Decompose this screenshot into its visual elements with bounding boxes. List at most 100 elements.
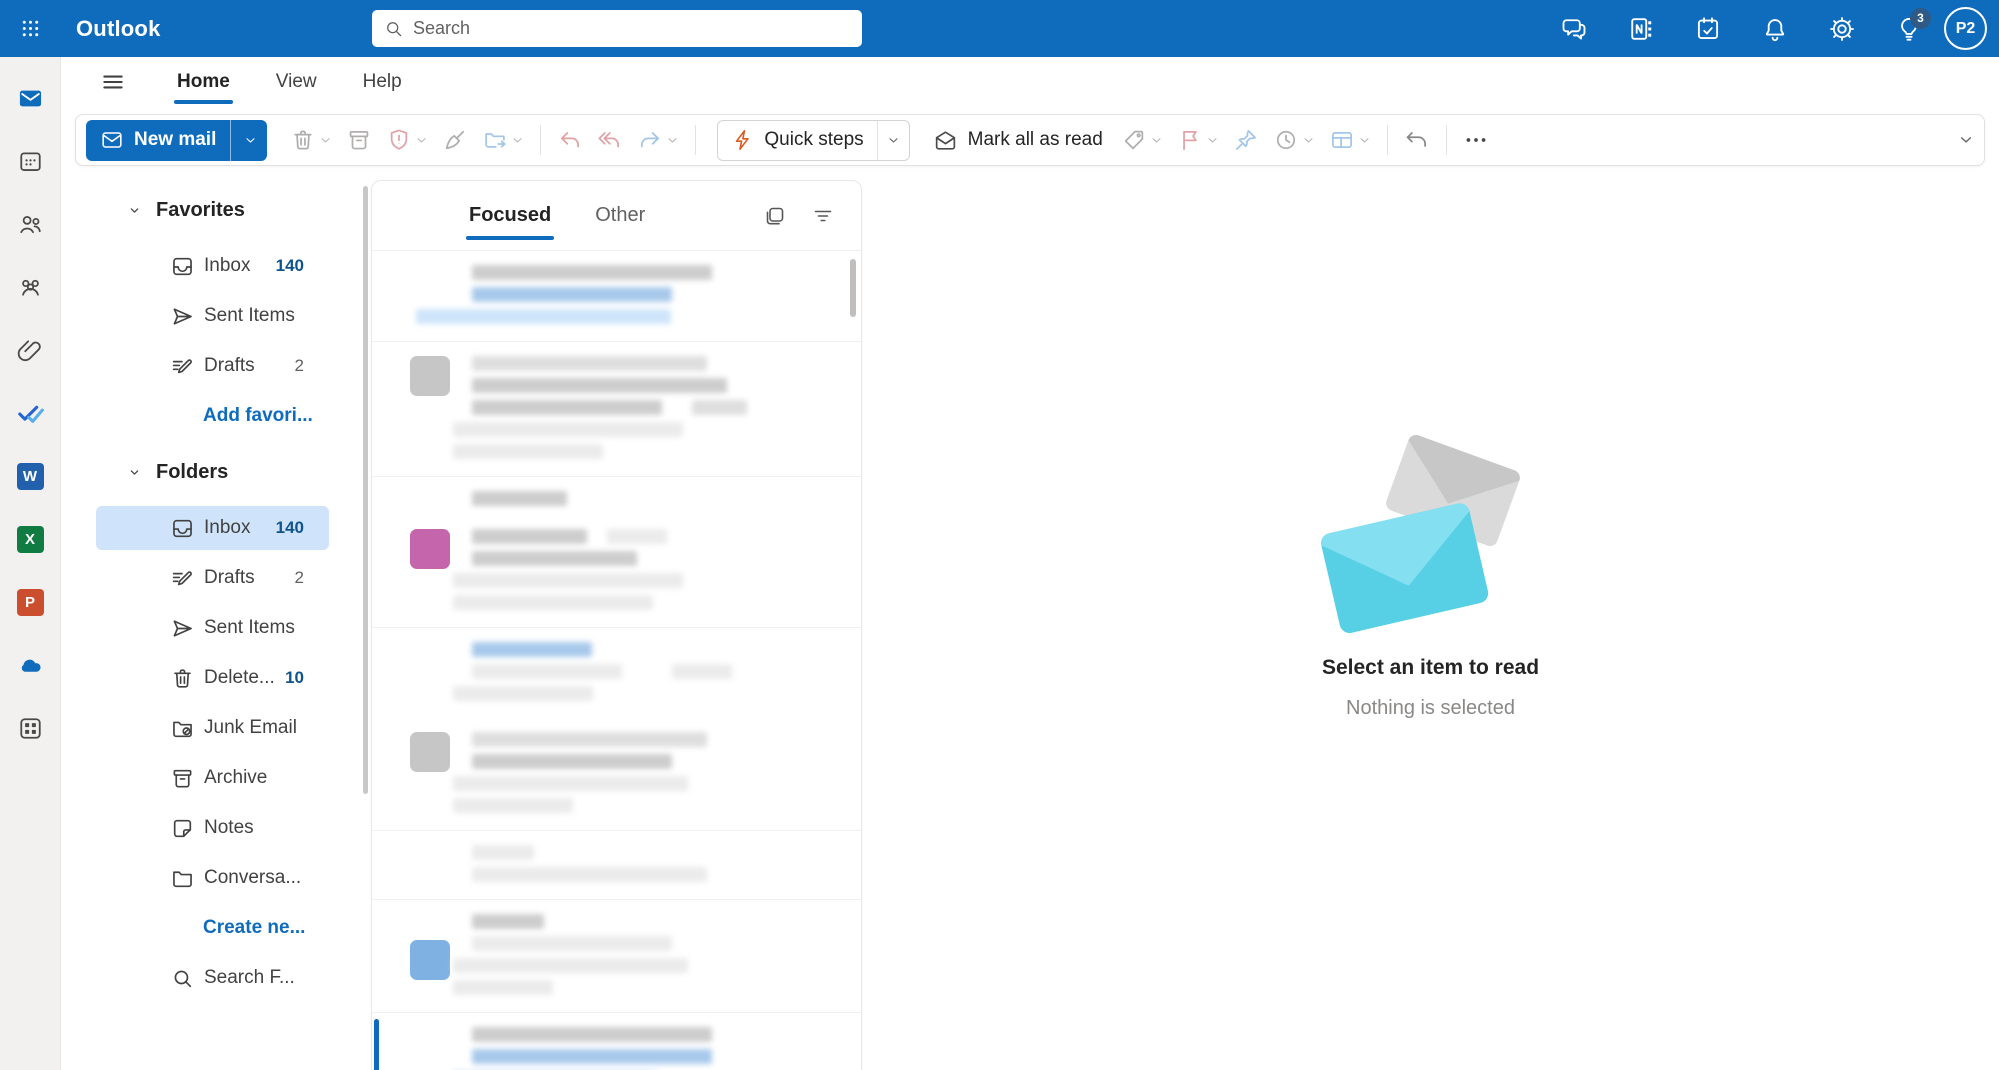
forward-button[interactable]	[630, 120, 686, 160]
folder-drafts[interactable]: Drafts2	[96, 556, 329, 600]
sweep-button[interactable]	[435, 120, 475, 160]
account-avatar[interactable]: P2	[1944, 7, 1987, 50]
collapse-toolbar-button[interactable]	[1958, 132, 1974, 148]
report-button[interactable]	[379, 120, 435, 160]
create-new-folder-link[interactable]: Create ne...	[96, 906, 329, 950]
message-text-line	[372, 798, 861, 813]
quick-steps-button-dropdown[interactable]	[877, 121, 909, 160]
message-text-line	[372, 936, 861, 951]
folder-archive[interactable]: Archive	[96, 756, 329, 800]
blurred-message-content	[372, 1027, 861, 1070]
flag-button[interactable]	[1170, 120, 1226, 160]
calendar-app-icon[interactable]	[0, 130, 60, 193]
empty-state-envelopes-illustration	[1301, 428, 1561, 640]
chat-icon[interactable]	[1560, 15, 1588, 43]
reply-button[interactable]	[550, 120, 590, 160]
folder-pane-scrollbar[interactable]	[363, 186, 368, 794]
search-input[interactable]	[413, 18, 850, 39]
mail-app-icon[interactable]	[0, 67, 60, 130]
ribbon-tab-help[interactable]: Help	[360, 57, 405, 107]
message-row[interactable]	[372, 1013, 861, 1070]
tips-lightbulb-icon[interactable]: 3	[1895, 15, 1923, 43]
folder-search-folders[interactable]: Search F...	[96, 956, 329, 1000]
add-favorite-link[interactable]: Add favori...	[96, 394, 329, 438]
people-app-icon[interactable]	[0, 193, 60, 256]
favorites-sent-items[interactable]: Sent Items	[96, 294, 329, 338]
section-header-folders[interactable]: Folders	[61, 444, 371, 500]
pin-button[interactable]	[1226, 120, 1266, 160]
outlook-app: Outlook 3 P2 WXP HomeViewHelp New mailQu…	[0, 0, 1999, 1070]
excel-app-icon[interactable]: X	[0, 508, 60, 571]
tasks-check-icon[interactable]	[1694, 15, 1722, 43]
attachments-app-icon[interactable]	[0, 319, 60, 382]
mark-all-read-button-label: Mark all as read	[968, 129, 1103, 151]
snooze-button[interactable]	[1266, 120, 1322, 160]
folder-conversation-history[interactable]: Conversa...	[96, 856, 329, 900]
message-row[interactable]	[372, 831, 861, 900]
new-mail-button-main[interactable]: New mail	[86, 120, 230, 161]
message-row[interactable]	[372, 251, 861, 342]
app-launcher-button[interactable]	[0, 0, 61, 57]
notifications-bell-icon[interactable]	[1761, 15, 1789, 43]
list-tab-focused[interactable]: Focused	[469, 181, 551, 250]
message-row[interactable]	[372, 342, 861, 477]
undo-button[interactable]	[1397, 120, 1437, 160]
folder-inbox[interactable]: Inbox140	[96, 506, 329, 550]
blurred-message-content	[372, 732, 861, 813]
ribbon-tab-view[interactable]: View	[273, 57, 320, 107]
quick-steps-button-main[interactable]: Quick steps	[718, 121, 876, 160]
message-text-line	[372, 491, 861, 506]
reply-all-button[interactable]	[590, 120, 630, 160]
word-app-icon: W	[17, 463, 44, 490]
favorites-inbox[interactable]: Inbox140	[96, 244, 329, 288]
delete-button[interactable]	[283, 120, 339, 160]
search-box[interactable]	[372, 10, 862, 47]
move-to-button[interactable]	[475, 120, 531, 160]
onedrive-app-icon[interactable]	[0, 634, 60, 697]
folder-sent-items[interactable]: Sent Items	[96, 606, 329, 650]
section-header-favorites[interactable]: Favorites	[61, 182, 371, 238]
list-tab-other[interactable]: Other	[595, 181, 645, 250]
favorites-drafts[interactable]: Drafts2	[96, 344, 329, 388]
groups-app-icon[interactable]	[0, 256, 60, 319]
envelope-icon	[100, 128, 124, 152]
folder-notes[interactable]: Notes	[96, 806, 329, 850]
onenote-feed-icon[interactable]	[1627, 15, 1655, 43]
quick-steps-button[interactable]: Quick steps	[717, 120, 909, 161]
new-mail-button[interactable]: New mail	[86, 120, 267, 161]
rules-button[interactable]	[1322, 120, 1378, 160]
message-row[interactable]	[372, 477, 861, 628]
message-row[interactable]	[372, 900, 861, 1013]
quick-steps-label: Quick steps	[764, 129, 863, 151]
text-block	[453, 444, 603, 459]
archive-button[interactable]	[339, 120, 379, 160]
todo-app-icon[interactable]	[0, 382, 60, 445]
mark-all-read-button[interactable]: Mark all as read	[922, 120, 1114, 160]
section-chevron-icon[interactable]	[125, 201, 144, 220]
message-text-line	[372, 1027, 861, 1042]
categorize-button[interactable]	[1114, 120, 1170, 160]
more-apps-icon[interactable]	[0, 697, 60, 760]
message-text-line	[372, 595, 861, 610]
select-messages-button[interactable]	[763, 204, 787, 228]
more-options-button[interactable]	[1456, 120, 1496, 160]
trash-icon	[170, 666, 195, 691]
message-row[interactable]	[372, 718, 861, 831]
blurred-message-content	[372, 265, 861, 324]
new-mail-label: New mail	[134, 129, 216, 151]
ribbon-tab-home[interactable]: Home	[174, 57, 233, 107]
grid-apps-icon	[17, 715, 44, 742]
hamburger-menu-button[interactable]	[100, 69, 126, 95]
unread-count: 140	[276, 518, 304, 538]
filter-button[interactable]	[811, 204, 835, 228]
message-row[interactable]	[372, 628, 861, 718]
powerpoint-app-icon[interactable]: P	[0, 571, 60, 634]
section-chevron-icon[interactable]	[125, 463, 144, 482]
folder-deleted-items[interactable]: Delete...10	[96, 656, 329, 700]
new-mail-button-dropdown[interactable]	[231, 120, 267, 161]
message-list-scrollbar[interactable]	[850, 259, 856, 317]
word-app-icon[interactable]: W	[0, 445, 60, 508]
settings-gear-icon[interactable]	[1828, 15, 1856, 43]
folder-junk-email[interactable]: Junk Email	[96, 706, 329, 750]
message-list-tabs: Focused Other	[469, 181, 645, 250]
